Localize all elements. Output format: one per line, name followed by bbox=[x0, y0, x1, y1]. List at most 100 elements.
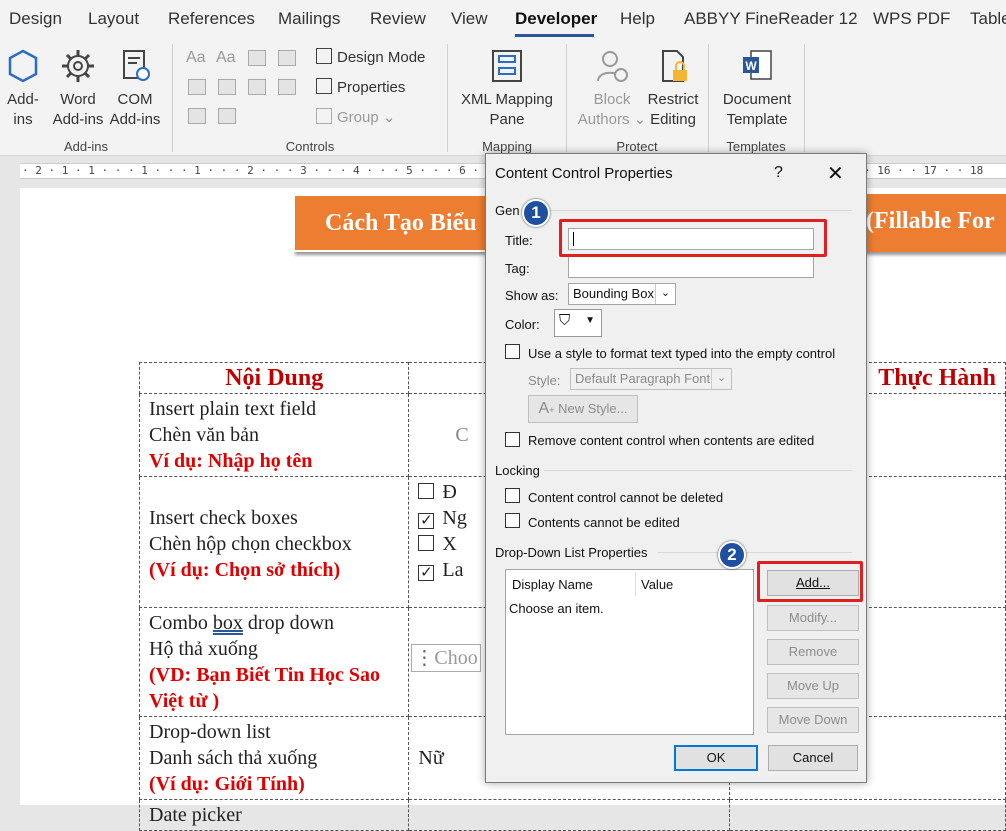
chevron-down-icon: ⌄ bbox=[382, 109, 396, 126]
addins-button[interactable]: Add- ins bbox=[2, 48, 44, 130]
section-locking: Locking bbox=[495, 463, 540, 478]
group-button[interactable]: Group ⌄ bbox=[316, 108, 395, 126]
tag-input[interactable] bbox=[568, 256, 814, 278]
use-style-checkbox[interactable] bbox=[505, 344, 520, 359]
hexagon-icon bbox=[8, 49, 38, 83]
checkbox-checked[interactable]: ✓ bbox=[418, 513, 435, 529]
section-general: Gen bbox=[495, 203, 520, 218]
tab-layout[interactable]: Layout bbox=[88, 9, 139, 29]
checkbox-checked[interactable]: ✓ bbox=[418, 565, 435, 581]
document-template-button[interactable]: W Document Template bbox=[716, 48, 798, 130]
new-style-icon: A bbox=[538, 400, 550, 417]
tab-references[interactable]: References bbox=[168, 9, 255, 29]
combo-box-icon[interactable] bbox=[218, 79, 236, 95]
building-block-icon[interactable] bbox=[278, 50, 296, 66]
step-badge-2: 2 bbox=[718, 541, 746, 569]
document-lock-icon bbox=[662, 50, 687, 82]
repeating-section-icon[interactable] bbox=[188, 108, 206, 124]
close-button[interactable]: ✕ bbox=[827, 161, 844, 186]
divider bbox=[522, 210, 852, 211]
title-banner-left: Cách Tạo Biểu bbox=[293, 194, 489, 252]
document-gear-icon bbox=[123, 50, 150, 81]
legacy-tools-icon[interactable] bbox=[218, 108, 236, 124]
paint-bucket-icon: ⛉ bbox=[559, 312, 571, 329]
show-as-select[interactable]: Bounding Box ⌄ bbox=[568, 283, 676, 305]
group-separator bbox=[172, 44, 173, 152]
ribbon-tabs: Design Layout References Mailings Review… bbox=[0, 0, 1006, 38]
block-authors-button[interactable]: Block Authors ⌄ bbox=[572, 48, 652, 130]
tab-review[interactable]: Review bbox=[370, 9, 426, 29]
table-row-cell bbox=[408, 799, 731, 831]
style-select[interactable]: Default Paragraph Font ⌄ bbox=[570, 368, 732, 390]
column-header-value[interactable]: Value bbox=[641, 577, 673, 592]
tab-design[interactable]: Design bbox=[9, 9, 62, 29]
lock-delete-label: Content control cannot be deleted bbox=[528, 490, 724, 505]
remove-content-control-checkbox[interactable] bbox=[505, 432, 520, 447]
move-up-button[interactable]: Move Up bbox=[767, 673, 859, 699]
tab-developer[interactable]: Developer bbox=[515, 9, 597, 29]
tab-abbyy[interactable]: ABBYY FineReader 12 bbox=[684, 9, 858, 29]
tab-wps-pdf[interactable]: WPS PDF bbox=[873, 9, 950, 29]
group-separator bbox=[447, 44, 448, 152]
chevron-down-icon: ⌄ bbox=[655, 284, 675, 304]
properties-button[interactable]: Properties bbox=[316, 78, 405, 96]
help-button[interactable]: ? bbox=[774, 164, 783, 182]
remove-button[interactable]: Remove bbox=[767, 639, 859, 665]
section-dropdown-list-properties: Drop-Down List Properties bbox=[495, 545, 648, 560]
table-row-cell: Date picker bbox=[138, 799, 410, 831]
table-row-cell bbox=[729, 799, 1006, 831]
column-header-display-name[interactable]: Display Name bbox=[512, 577, 593, 592]
cancel-button[interactable]: Cancel bbox=[768, 745, 858, 771]
drag-handle-icon[interactable]: ⋮ bbox=[414, 647, 434, 669]
new-style-button[interactable]: A+ New Style... bbox=[528, 395, 638, 423]
show-as-label: Show as: bbox=[505, 288, 559, 303]
xml-mapping-pane-button[interactable]: XML Mapping Pane bbox=[455, 48, 559, 130]
properties-icon bbox=[316, 78, 332, 94]
word-document-icon: W bbox=[743, 50, 772, 80]
color-label: Color: bbox=[505, 317, 540, 332]
ok-button[interactable]: OK bbox=[674, 745, 758, 771]
word-addins-button[interactable]: Word Add-ins bbox=[48, 48, 108, 130]
table-row-cell: Insert plain text field Chèn văn bản Ví … bbox=[138, 393, 410, 477]
restrict-editing-button[interactable]: Restrict Editing bbox=[644, 48, 702, 130]
tab-table[interactable]: Table bbox=[970, 9, 1006, 29]
dropdown-arrow-icon: ▼ bbox=[585, 315, 595, 326]
date-picker-icon[interactable] bbox=[278, 79, 296, 95]
group-label-controls: Controls bbox=[285, 139, 335, 154]
tab-view[interactable]: View bbox=[451, 9, 488, 29]
combo-box-control[interactable]: ⋮Choo bbox=[411, 644, 481, 672]
picture-control-icon[interactable] bbox=[248, 50, 266, 66]
lock-delete-checkbox[interactable] bbox=[505, 488, 520, 503]
plain-text-control-icon[interactable]: Aa bbox=[216, 49, 236, 67]
com-addins-button[interactable]: COM Add-ins bbox=[106, 48, 164, 130]
tab-mailings[interactable]: Mailings bbox=[278, 9, 340, 29]
modify-button[interactable]: Modify... bbox=[767, 605, 859, 631]
checkbox-unchecked[interactable] bbox=[418, 483, 435, 499]
step-badge-1: 1 bbox=[522, 199, 550, 227]
title-label: Title: bbox=[505, 233, 533, 248]
dropdown-items-list[interactable]: Display Name Value Choose an item. bbox=[505, 569, 754, 735]
ruler-ticks-right: · 16 · · 17 · · 18 bbox=[864, 164, 984, 177]
group-label-templates: Templates bbox=[726, 139, 786, 154]
table-row-cell: Combo box drop down Hộ thả xuống (VD: Bạ… bbox=[138, 607, 410, 717]
group-separator bbox=[566, 44, 567, 152]
svg-text:W: W bbox=[745, 59, 757, 73]
color-picker-button[interactable]: ⛉ ▼ bbox=[554, 309, 602, 337]
highlight-add-button bbox=[757, 561, 863, 602]
style-label: Style: bbox=[528, 373, 561, 388]
tag-label: Tag: bbox=[505, 261, 530, 276]
design-mode-button[interactable]: Design Mode bbox=[316, 48, 425, 66]
checkbox-control-icon[interactable] bbox=[188, 79, 206, 95]
dropdown-list-icon[interactable] bbox=[248, 79, 266, 95]
checkbox-unchecked[interactable] bbox=[418, 535, 435, 551]
move-down-button[interactable]: Move Down bbox=[767, 707, 859, 733]
ribbon: Add- ins Word Add-ins COM Add-ins Add-in… bbox=[0, 38, 1006, 156]
column-divider bbox=[635, 572, 636, 596]
gear-icon bbox=[62, 50, 94, 82]
xml-mapping-icon bbox=[492, 50, 522, 82]
lock-edit-checkbox[interactable] bbox=[505, 513, 520, 528]
tab-help[interactable]: Help bbox=[620, 9, 655, 29]
title-banner-right: (Fillable For bbox=[860, 194, 1006, 252]
list-item[interactable]: Choose an item. bbox=[509, 601, 604, 616]
rich-text-control-icon[interactable]: Aa bbox=[186, 49, 206, 67]
